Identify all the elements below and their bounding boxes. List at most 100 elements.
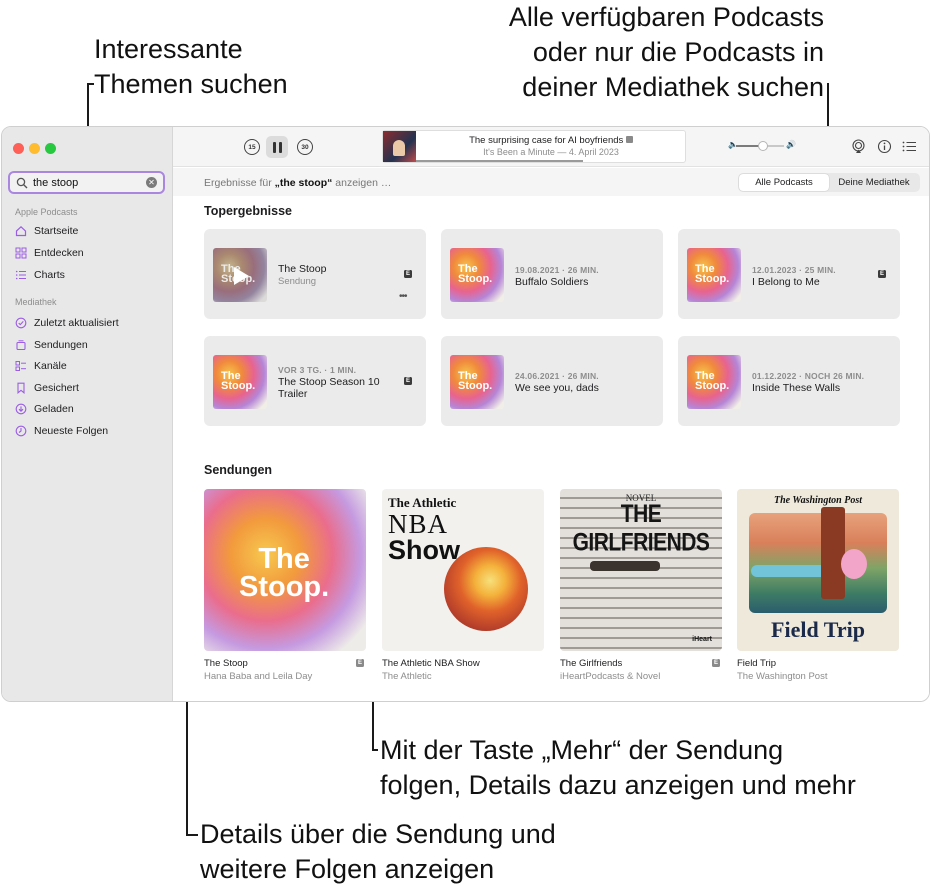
sidebar-item-zuletzt-aktualisiert[interactable]: Zuletzt aktualisiert	[15, 315, 119, 331]
episode-meta: 12.01.2023 · 25 MIN.	[752, 265, 836, 275]
sidebar-item-gesichert[interactable]: Gesichert	[15, 380, 79, 396]
podcasts-window: the stoop ✕ Apple Podcasts Startseite En…	[1, 126, 930, 702]
show-tile[interactable]: The Stoop. The Stoop E Hana Baba and Leil…	[204, 489, 366, 682]
episode-meta: VOR 3 TG. · 1 MIN.	[278, 365, 357, 375]
episode-artwork: The Stoop.	[450, 248, 504, 302]
magnifier-icon	[16, 177, 28, 188]
show-tile[interactable]: The Washington Post Field Trip Field Tri…	[737, 489, 899, 682]
toolbar: 15 30 The surprising case for AI boyfrie…	[173, 127, 929, 167]
result-card-episode[interactable]: The Stoop. 19.08.2021 · 26 MIN. Buffalo …	[441, 229, 663, 319]
search-input[interactable]: the stoop	[33, 177, 146, 189]
skip-back-button[interactable]: 15	[244, 139, 260, 155]
sidebar-item-entdecken[interactable]: Entdecken	[15, 245, 84, 261]
pause-button[interactable]	[266, 136, 288, 158]
sidebar-item-neueste-folgen[interactable]: Neueste Folgen	[15, 423, 108, 439]
callout-line	[372, 749, 378, 751]
episode-meta: 19.08.2021 · 26 MIN.	[515, 265, 599, 275]
result-card-episode[interactable]: The Stoop. 01.12.2022 · NOCH 26 MIN. Ins…	[678, 336, 900, 426]
playback-progress[interactable]	[416, 160, 584, 162]
sidebar-item-startseite[interactable]: Startseite	[15, 223, 78, 239]
search-scope-control[interactable]: Alle Podcasts Deine Mediathek	[738, 173, 920, 192]
play-icon[interactable]	[234, 267, 249, 285]
fullscreen-window-button[interactable]	[45, 143, 56, 154]
result-card-show[interactable]: The Stoop. The Stoop Sendung E •••	[204, 229, 426, 319]
show-artwork[interactable]: The Athletic NBA Show	[382, 489, 544, 651]
callout-line	[87, 83, 94, 85]
clear-search-icon[interactable]: ✕	[146, 177, 157, 188]
result-card-episode[interactable]: The Stoop. 12.01.2023 · 25 MIN. I Belong…	[678, 229, 900, 319]
volume-high-icon: 🔊	[786, 140, 796, 149]
callout-more-button: Mit der Taste „Mehr“ der Sendung folgen,…	[380, 735, 856, 800]
episode-meta: 01.12.2022 · NOCH 26 MIN.	[752, 371, 865, 381]
now-playing[interactable]: The surprising case for AI boyfriends It…	[382, 130, 686, 163]
sidebar-item-label: Gesichert	[34, 382, 79, 394]
pause-bar	[272, 141, 276, 153]
episode-meta: 24.06.2021 · 26 MIN.	[515, 371, 599, 381]
episode-artwork: The Stoop.	[213, 355, 267, 409]
tree-illustration	[821, 507, 845, 599]
close-window-button[interactable]	[13, 143, 24, 154]
episode-subtitle: It's Been a Minute — 4. April 2023	[483, 147, 619, 157]
results-bar: Ergebnisse für „the stoop“ anzeigen … Al…	[173, 168, 929, 196]
explicit-icon: E	[404, 270, 412, 278]
skip-forward-label: 30	[301, 143, 309, 151]
explicit-icon: E	[404, 377, 412, 385]
page: Interessante Themen suchen Alle verfügba…	[0, 0, 931, 891]
result-title: We see you, dads	[515, 382, 599, 394]
show-artwork[interactable]: NOVEL THE GIRLFRIENDS iHeart	[560, 489, 722, 651]
volume-slider[interactable]: 🔈 🔊	[728, 140, 796, 151]
stack-icon	[16, 340, 26, 351]
search-field[interactable]: the stoop ✕	[8, 171, 165, 194]
result-card-episode[interactable]: The Stoop. 24.06.2021 · 26 MIN. We see y…	[441, 336, 663, 426]
episode-artwork: The Stoop.	[687, 248, 741, 302]
explicit-icon	[625, 136, 633, 143]
info-icon[interactable]	[877, 139, 892, 154]
pause-bar	[278, 141, 282, 153]
more-button[interactable]: •••	[399, 291, 407, 302]
history-icon	[15, 425, 27, 437]
sidebar-item-label: Startseite	[34, 225, 79, 237]
skip-forward-button[interactable]: 30	[297, 139, 313, 155]
grid-icon	[15, 247, 27, 259]
result-card-episode[interactable]: The Stoop. VOR 3 TG. · 1 MIN. The Stoop …	[204, 336, 426, 426]
show-author: iHeartPodcasts & Novel	[560, 671, 661, 682]
show-name: The Girlfriends E	[560, 658, 720, 669]
list-icon	[15, 270, 26, 280]
bookmark-icon	[17, 382, 25, 394]
show-name: Field Trip	[737, 658, 777, 669]
show-artwork[interactable]: The Washington Post Field Trip	[737, 489, 899, 651]
minimize-window-button[interactable]	[29, 143, 40, 154]
result-title: The Stoop	[278, 263, 327, 275]
show-artwork: The Stoop.	[213, 248, 267, 302]
scope-all-podcasts[interactable]: Alle Podcasts	[739, 174, 829, 191]
show-name: The Stoop E	[204, 658, 364, 669]
show-results-for-link[interactable]: Ergebnisse für „the stoop“ anzeigen …	[204, 177, 391, 189]
show-artwork[interactable]: The Stoop.	[204, 489, 366, 651]
show-tile[interactable]: The Athletic NBA Show The Athletic NBA S…	[382, 489, 544, 682]
skip-back-label: 15	[248, 143, 256, 151]
home-icon	[15, 225, 27, 237]
episode-artwork: The Stoop.	[687, 355, 741, 409]
result-title: Buffalo Soldiers	[515, 276, 589, 288]
callout-search-scope: Alle verfügbaren Podcasts oder nur die P…	[508, 2, 824, 102]
sidebar-item-geladen[interactable]: Geladen	[15, 401, 74, 417]
callout-line	[186, 834, 198, 836]
result-title: Inside These Walls	[752, 382, 841, 394]
scope-my-library[interactable]: Deine Mediathek	[829, 174, 919, 191]
show-tile[interactable]: NOVEL THE GIRLFRIENDS iHeart The Girlfri…	[560, 489, 722, 682]
sidebar-item-label: Geladen	[34, 403, 74, 415]
sidebar-item-label: Zuletzt aktualisiert	[34, 317, 119, 329]
queue-list-icon[interactable]	[902, 139, 917, 154]
sidebar-item-charts[interactable]: Charts	[15, 267, 65, 283]
main-content: 15 30 The surprising case for AI boyfrie…	[173, 127, 929, 701]
clock-check-icon	[15, 317, 27, 329]
result-title: The Stoop Season 10 Trailer	[278, 376, 380, 400]
sidebar-item-sendungen[interactable]: Sendungen	[15, 337, 88, 353]
sidebar-item-label: Kanäle	[34, 360, 67, 372]
artwork-figure	[393, 140, 405, 156]
airplay-icon[interactable]	[851, 139, 866, 154]
download-icon	[15, 403, 27, 415]
volume-knob[interactable]	[758, 141, 768, 151]
show-author: The Washington Post	[737, 671, 828, 682]
sidebar-item-kanaele[interactable]: Kanäle	[15, 358, 67, 374]
